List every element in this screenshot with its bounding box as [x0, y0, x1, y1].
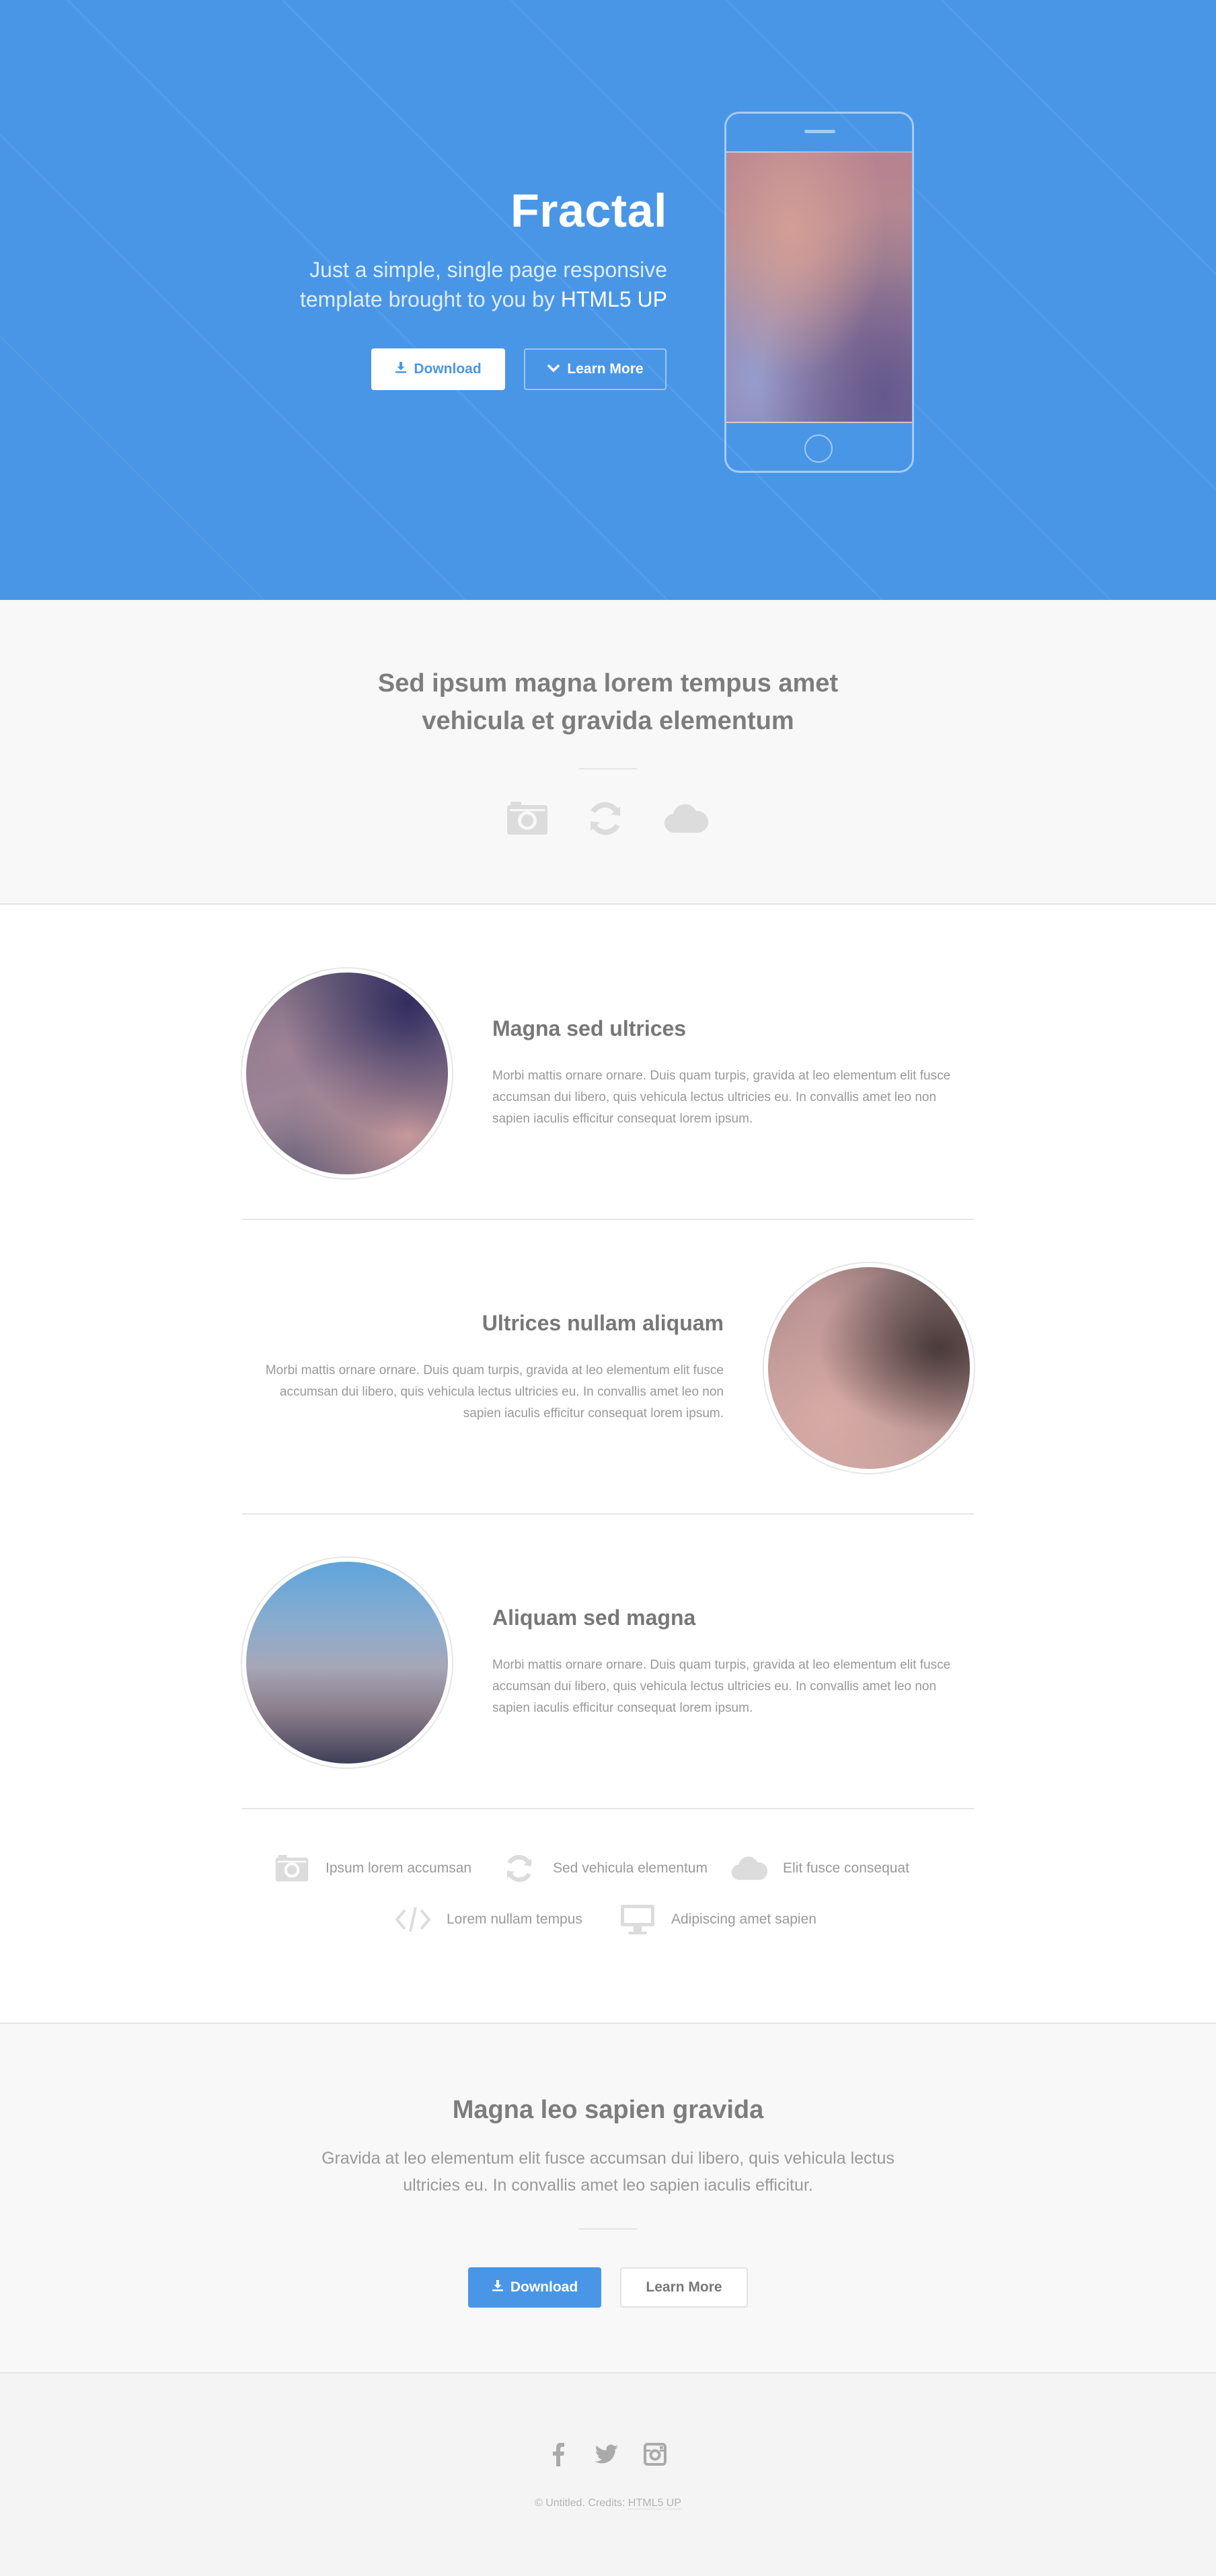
- code-icon: [394, 1901, 432, 1938]
- refresh-icon: [582, 795, 629, 842]
- divider: [242, 1219, 974, 1220]
- download-icon: [395, 361, 407, 377]
- cta-text: Gravida at leo elementum elit fusce accu…: [321, 2149, 895, 2195]
- site-title: Fractal: [510, 184, 667, 237]
- divider: [579, 768, 637, 769]
- header-download-button[interactable]: Download: [371, 348, 505, 390]
- divider: [242, 1808, 974, 1809]
- download-label: Download: [414, 361, 482, 377]
- intro-heading-line2: vehicula et gravida elementum: [422, 707, 794, 735]
- header-text: Fractal Just a simple, single page respo…: [196, 178, 667, 314]
- cta-section: Magna leo sapien gravida Gravida at leo …: [0, 2022, 1216, 2374]
- desktop-icon: [619, 1901, 656, 1938]
- phone-illustration: [724, 112, 914, 473]
- feature-item: Lorem nullam tempus: [394, 1901, 582, 1938]
- refresh-icon: [500, 1850, 538, 1887]
- feature-item: Elit fusce consequat: [730, 1850, 909, 1887]
- feature-item: Ipsum lorem accumsan: [273, 1850, 471, 1887]
- phone-speaker: [804, 130, 835, 133]
- subtitle-line1: Just a simple, single page responsive: [309, 258, 667, 282]
- credits-link[interactable]: HTML5 UP: [628, 2497, 682, 2509]
- download-icon: [492, 2279, 504, 2296]
- instagram-icon[interactable]: [638, 2437, 673, 2472]
- feature-label: Adipiscing amet sapien: [671, 1911, 816, 1927]
- learn-more-label: Learn More: [567, 361, 644, 377]
- phone-screen-image: [726, 151, 912, 423]
- copyright: © Untitled. Credits: HTML5 UP: [272, 2497, 944, 2509]
- spotlight-title: Magna sed ultrices: [492, 1016, 687, 1040]
- learn-more-label: Learn More: [646, 2279, 722, 2295]
- spotlight-text: Morbi mattis ornare ornare. Duis quam tu…: [265, 1363, 724, 1420]
- spotlight-text: Morbi mattis ornare ornare. Duis quam tu…: [492, 1069, 951, 1126]
- divider: [579, 2228, 637, 2230]
- intro-section: Sed ipsum magna lorem tempus amet vehicu…: [0, 600, 1216, 905]
- feature-item: Adipiscing amet sapien: [619, 1901, 816, 1938]
- header-actions: Download Learn More: [371, 348, 667, 391]
- html5up-link[interactable]: HTML5 UP: [561, 287, 667, 311]
- spotlight-title: Aliquam sed magna: [492, 1605, 696, 1630]
- download-label: Download: [510, 2279, 578, 2295]
- chevron-down-icon: [547, 361, 560, 377]
- camera-icon: [273, 1850, 311, 1887]
- feature-label: Ipsum lorem accumsan: [326, 1860, 472, 1876]
- camera-icon: [504, 795, 551, 842]
- twitter-icon[interactable]: [589, 2437, 624, 2472]
- spotlight-3: Aliquam sed magna Morbi mattis ornare or…: [242, 1558, 974, 1813]
- feature-label: Elit fusce consequat: [783, 1860, 909, 1876]
- spotlight-image: [242, 969, 452, 1178]
- site-subtitle: Just a simple, single page responsive te…: [196, 255, 667, 314]
- phone-home-button: [804, 434, 833, 463]
- cloud-icon: [730, 1850, 768, 1887]
- intro-heading-line1: Sed ipsum magna lorem tempus amet: [377, 669, 839, 697]
- cloud-icon: [662, 795, 710, 842]
- spotlight-1: Magna sed ultrices Morbi mattis ornare o…: [242, 969, 974, 1224]
- header-section: Fractal Just a simple, single page respo…: [0, 0, 1216, 600]
- social-links: [541, 2437, 675, 2472]
- spotlight-title: Ultrices nullam aliquam: [482, 1311, 724, 1335]
- spotlight-text: Morbi mattis ornare ornare. Duis quam tu…: [492, 1658, 951, 1715]
- spotlight-2: Ultrices nullam aliquam Morbi mattis orn…: [242, 1263, 974, 1519]
- features-list: Ipsum lorem accumsan Sed vehicula elemen…: [242, 1850, 974, 1950]
- cta-download-button[interactable]: Download: [468, 2267, 601, 2308]
- feature-label: Sed vehicula elementum: [553, 1860, 708, 1876]
- subtitle-line2: template brought to you by: [299, 287, 555, 311]
- facebook-icon[interactable]: [541, 2437, 576, 2472]
- spotlight-image: [242, 1558, 452, 1768]
- divider: [242, 1513, 974, 1515]
- copyright-text: © Untitled. Credits:: [534, 2497, 625, 2509]
- feature-label: Lorem nullam tempus: [447, 1911, 582, 1927]
- feature-item: Sed vehicula elementum: [500, 1850, 708, 1887]
- cta-title: Magna leo sapien gravida: [452, 2096, 764, 2124]
- spotlight-image: [764, 1263, 974, 1473]
- header-learn-more-button[interactable]: Learn More: [524, 348, 667, 390]
- footer: © Untitled. Credits: HTML5 UP: [0, 2374, 1216, 2576]
- intro-icons: [504, 795, 712, 842]
- intro-heading: Sed ipsum magna lorem tempus amet vehicu…: [272, 665, 944, 740]
- cta-learn-more-button[interactable]: Learn More: [620, 2267, 748, 2308]
